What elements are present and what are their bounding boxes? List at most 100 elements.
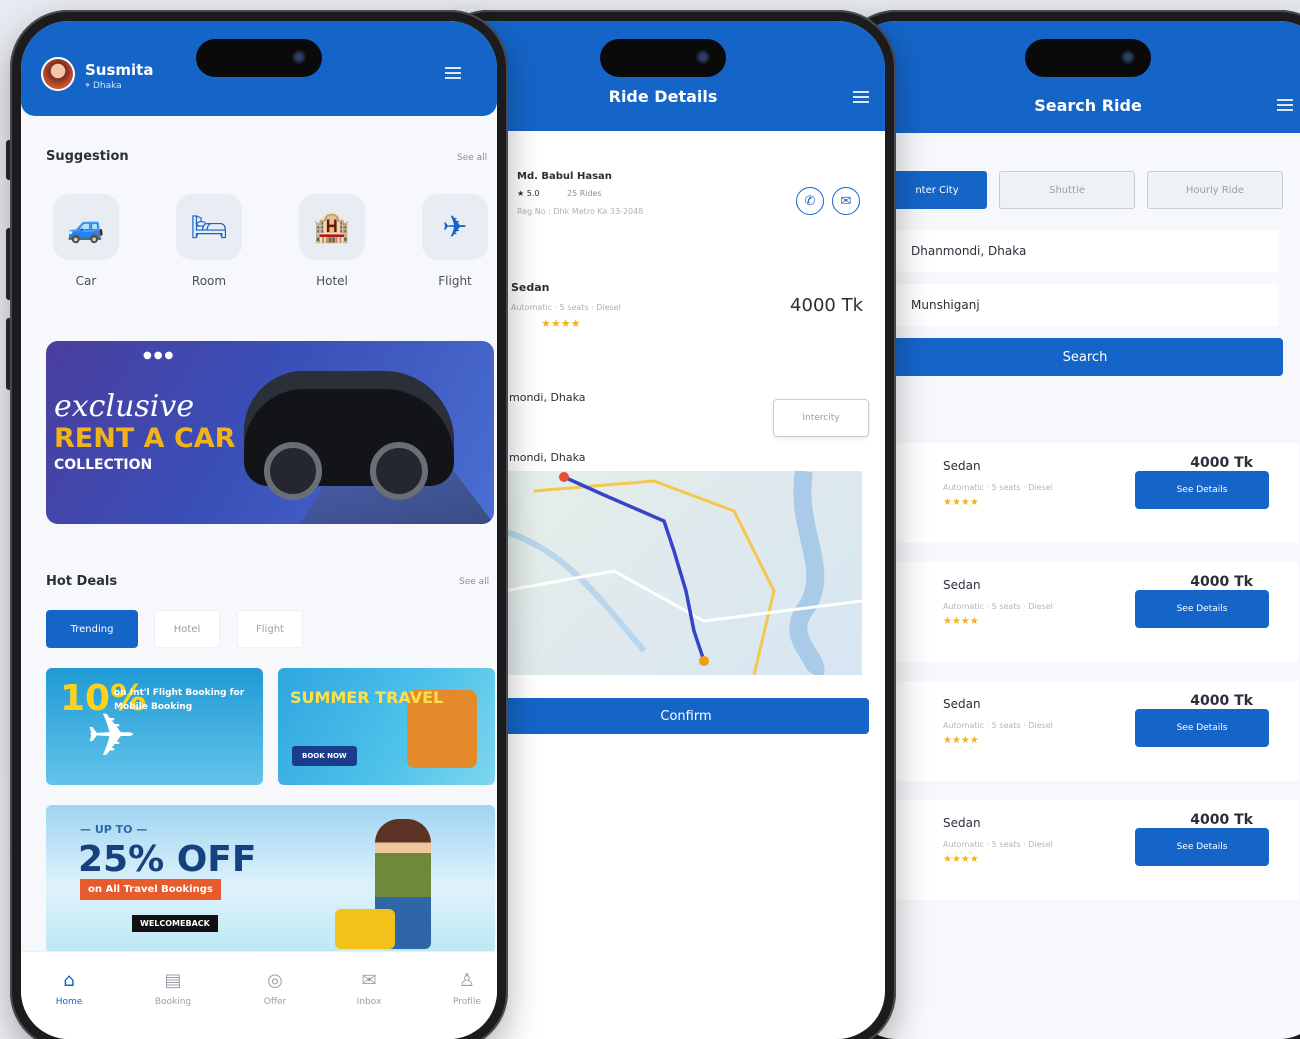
result-meta: Automatic · 5 seats · Diesel bbox=[943, 483, 1053, 492]
menu-icon[interactable] bbox=[1277, 99, 1293, 111]
location-pin-icon: ⌖ bbox=[85, 81, 93, 91]
menu-icon[interactable] bbox=[853, 91, 869, 103]
booking-icon: ▤ bbox=[164, 970, 182, 991]
nav-booking[interactable]: ▤ Booking bbox=[143, 970, 203, 1007]
river bbox=[789, 471, 825, 675]
nav-label: Home bbox=[55, 997, 83, 1007]
menu-icon[interactable] bbox=[445, 67, 461, 79]
nav-label: Profile bbox=[453, 997, 481, 1007]
nav-label: Booking bbox=[154, 997, 192, 1007]
vehicle-card: Sedan Automatic · 5 seats · Diesel ★★★★ … bbox=[501, 261, 881, 351]
inbox-icon: ✉ bbox=[361, 970, 377, 991]
user-name: Susmita bbox=[85, 61, 154, 79]
tab-flight[interactable]: Flight bbox=[237, 610, 303, 648]
driver-card: Md. Babul Hasan ★ 5.0 25 Rides Reg No : … bbox=[501, 161, 881, 241]
vehicle-stars: ★★★★ bbox=[541, 317, 581, 330]
result-stars: ★★★★ bbox=[943, 735, 979, 746]
category-hotel[interactable]: 🏨 Hotel bbox=[298, 194, 366, 288]
hot-deals-see-all-link[interactable]: See all bbox=[459, 577, 489, 587]
home-icon: ⌂ bbox=[63, 970, 75, 991]
route-map[interactable] bbox=[504, 471, 862, 675]
driver-name: Md. Babul Hasan bbox=[517, 171, 612, 182]
nav-label: Inbox bbox=[356, 997, 382, 1007]
result-item[interactable]: Sedan Automatic · 5 seats · Diesel ★★★★ … bbox=[879, 443, 1299, 543]
nav-offer[interactable]: ◎ Offer bbox=[245, 970, 305, 1007]
user-location-text: Dhaka bbox=[92, 81, 122, 91]
banner-line1: exclusive bbox=[54, 389, 195, 424]
tab-hotel[interactable]: Hotel bbox=[154, 610, 220, 648]
category-label: Car bbox=[75, 274, 97, 288]
promo-code: WELCOMEBACK bbox=[132, 915, 218, 932]
deal-card-summer[interactable]: SUMMER TRAVEL BOOK NOW bbox=[278, 668, 495, 785]
see-details-button[interactable]: See Details bbox=[1135, 828, 1269, 866]
promo-banner[interactable]: ●●● exclusive RENT A CAR COLLECTION bbox=[46, 341, 494, 524]
see-details-button[interactable]: See Details bbox=[1135, 709, 1269, 747]
driver-rides: 25 Rides bbox=[567, 189, 602, 198]
category-label: Hotel bbox=[316, 274, 348, 288]
pickup-location: mondi, Dhaka bbox=[509, 391, 586, 404]
page-title: Search Ride bbox=[1034, 96, 1142, 115]
category-flight[interactable]: ✈ Flight bbox=[421, 194, 489, 288]
dynamic-island bbox=[600, 39, 726, 77]
river bbox=[504, 528, 647, 653]
user-location: ⌖ Dhaka bbox=[85, 81, 122, 91]
result-price: 4000 Tk bbox=[1190, 812, 1253, 828]
from-field[interactable]: Dhanmondi, Dhaka bbox=[895, 230, 1279, 272]
see-details-button[interactable]: See Details bbox=[1135, 471, 1269, 509]
result-item[interactable]: Sedan Automatic · 5 seats · Diesel ★★★★ … bbox=[879, 800, 1299, 900]
to-field[interactable]: Munshiganj bbox=[895, 284, 1279, 326]
dropoff-location: mondi, Dhaka bbox=[509, 451, 586, 464]
chat-icon[interactable]: ✉ bbox=[832, 187, 860, 215]
result-stars: ★★★★ bbox=[943, 616, 979, 627]
avatar[interactable] bbox=[41, 57, 75, 91]
driver-rating: ★ 5.0 bbox=[517, 189, 540, 198]
confirm-button[interactable]: Confirm bbox=[503, 698, 869, 734]
suggestion-title: Suggestion bbox=[46, 149, 129, 164]
search-button[interactable]: Search bbox=[887, 338, 1283, 376]
deal-sub: on All Travel Bookings bbox=[80, 879, 221, 900]
nav-profile[interactable]: ♙ Profile bbox=[437, 970, 497, 1007]
vehicle-meta: Automatic · 5 seats · Diesel bbox=[511, 303, 621, 312]
category-label: Room bbox=[191, 274, 227, 288]
result-name: Sedan bbox=[943, 697, 981, 711]
bottom-nav: ⌂ Home ▤ Booking ◎ Offer ✉ Inbox ♙ Profi… bbox=[21, 951, 497, 1039]
phone-home: Susmita ⌖ Dhaka Suggestion See all 🚙 Car… bbox=[10, 10, 508, 1039]
deal-percent: 25% OFF bbox=[78, 839, 257, 880]
nav-inbox[interactable]: ✉ Inbox bbox=[339, 970, 399, 1007]
segment-hourly-ride[interactable]: Hourly Ride bbox=[1147, 171, 1283, 209]
intercity-button[interactable]: Intercity bbox=[773, 399, 869, 437]
result-name: Sedan bbox=[943, 578, 981, 592]
result-item[interactable]: Sedan Automatic · 5 seats · Diesel ★★★★ … bbox=[879, 562, 1299, 662]
segment-shuttle[interactable]: Shuttle bbox=[999, 171, 1135, 209]
result-stars: ★★★★ bbox=[943, 854, 979, 865]
see-details-button[interactable]: See Details bbox=[1135, 590, 1269, 628]
phone-icon[interactable]: ✆ bbox=[796, 187, 824, 215]
result-item[interactable]: Sedan Automatic · 5 seats · Diesel ★★★★ … bbox=[879, 681, 1299, 781]
search-ride-header: Search Ride bbox=[849, 21, 1300, 133]
hotel-icon: 🏨 bbox=[299, 194, 365, 260]
reg-number: Reg No : Dhk Metro Ka 33-2048 bbox=[517, 207, 644, 216]
search-ride-screen: Search Ride nter City Shuttle Hourly Rid… bbox=[849, 21, 1300, 1039]
category-car[interactable]: 🚙 Car bbox=[52, 194, 120, 288]
deal-card-discount[interactable]: — UP TO — 25% OFF on All Travel Bookings… bbox=[46, 805, 495, 953]
result-name: Sedan bbox=[943, 816, 981, 830]
result-name: Sedan bbox=[943, 459, 981, 473]
vehicle-name: Sedan bbox=[511, 281, 550, 294]
book-now-button[interactable]: BOOK NOW bbox=[292, 746, 357, 766]
segment-inter-city[interactable]: nter City bbox=[887, 171, 987, 209]
see-all-link[interactable]: See all bbox=[457, 153, 487, 163]
carousel-dots[interactable]: ●●● bbox=[143, 350, 175, 361]
dropoff-marker-icon bbox=[699, 656, 709, 666]
hot-deals-title: Hot Deals bbox=[46, 574, 118, 589]
phone-search-ride: Search Ride nter City Shuttle Hourly Rid… bbox=[838, 10, 1300, 1039]
nav-home[interactable]: ⌂ Home bbox=[39, 970, 99, 1007]
route-map-svg bbox=[504, 471, 862, 675]
deal-card-flight[interactable]: 10% on Int'l Flight Booking for Mobile B… bbox=[46, 668, 263, 785]
pickup-marker-icon bbox=[559, 472, 569, 482]
category-room[interactable]: 🛏 Room bbox=[175, 194, 243, 288]
route-line bbox=[563, 475, 706, 662]
banner-line2: RENT A CAR bbox=[54, 423, 236, 454]
banner-line3: COLLECTION bbox=[54, 457, 153, 473]
car-image bbox=[244, 371, 454, 500]
tab-trending[interactable]: Trending bbox=[46, 610, 138, 648]
